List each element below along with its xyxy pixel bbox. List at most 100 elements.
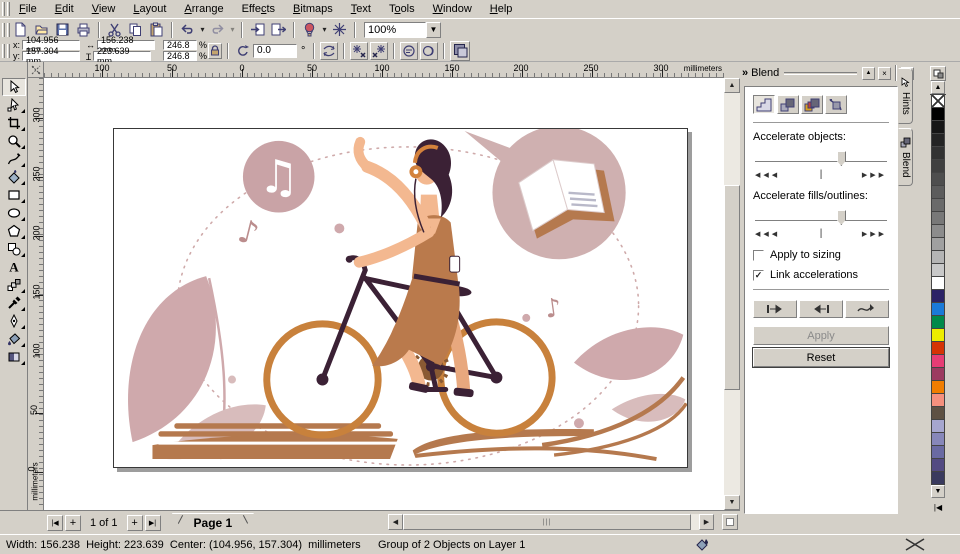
tool-fill[interactable] bbox=[2, 330, 26, 348]
color-swatch[interactable] bbox=[931, 316, 945, 329]
convert-to-curves-button[interactable] bbox=[450, 41, 470, 61]
menu-bitmaps[interactable]: Bitmaps bbox=[284, 1, 342, 17]
color-swatch[interactable] bbox=[931, 251, 945, 264]
menubar-grip[interactable] bbox=[2, 2, 5, 16]
drawing-canvas[interactable]: ♫ ♪ ♪ bbox=[44, 78, 724, 510]
drawing-page[interactable]: ♫ ♪ ♪ bbox=[113, 128, 688, 468]
reset-button[interactable]: Reset bbox=[753, 348, 889, 367]
color-swatch[interactable] bbox=[931, 329, 945, 342]
color-swatch[interactable] bbox=[931, 225, 945, 238]
print-button[interactable] bbox=[73, 20, 94, 39]
menu-effects[interactable]: Effects bbox=[233, 1, 284, 17]
add-page-after-button[interactable]: + bbox=[127, 515, 143, 531]
corel-online-button[interactable] bbox=[329, 20, 350, 39]
link-accelerations-checkbox[interactable]: ✓ bbox=[753, 270, 764, 281]
color-swatch[interactable] bbox=[931, 264, 945, 277]
tool-freehand[interactable] bbox=[2, 150, 26, 168]
mirror-horizontal-button[interactable] bbox=[320, 42, 338, 60]
blend-steps-button[interactable] bbox=[753, 95, 775, 114]
apply-button[interactable]: Apply bbox=[753, 326, 889, 345]
blend-acceleration-button[interactable] bbox=[777, 95, 799, 114]
tool-ellipse[interactable] bbox=[2, 204, 26, 222]
wrap-text-button[interactable] bbox=[400, 42, 418, 60]
tool-basic-shapes[interactable] bbox=[2, 240, 26, 258]
first-page-button[interactable]: |◀ bbox=[47, 515, 63, 531]
color-swatch[interactable] bbox=[931, 173, 945, 186]
undo-dropdown-arrow[interactable]: ▾ bbox=[198, 25, 207, 34]
color-swatch[interactable] bbox=[931, 238, 945, 251]
add-page-before-button[interactable]: + bbox=[65, 515, 81, 531]
menu-edit[interactable]: Edit bbox=[46, 1, 83, 17]
remove-node-button[interactable] bbox=[350, 42, 368, 60]
slider-track[interactable] bbox=[755, 161, 887, 163]
color-swatch[interactable] bbox=[931, 108, 945, 121]
horizontal-scroll-thumb[interactable]: ||| bbox=[403, 514, 691, 530]
color-swatch[interactable] bbox=[931, 160, 945, 173]
vertical-scrollbar[interactable]: ▲ ▼ bbox=[724, 78, 740, 510]
vertical-ruler[interactable]: 300 250 200 150 100 50 0 millimeters bbox=[28, 78, 44, 510]
slider-thumb[interactable] bbox=[837, 151, 846, 166]
menu-file[interactable]: File bbox=[10, 1, 46, 17]
scroll-right-button[interactable]: ▶ bbox=[699, 514, 714, 530]
color-swatch[interactable] bbox=[931, 368, 945, 381]
scroll-up-button[interactable]: ▲ bbox=[724, 78, 740, 93]
behind-text-button[interactable] bbox=[420, 42, 438, 60]
horizontal-scrollbar[interactable]: ◀ ||| ▶ bbox=[388, 514, 714, 530]
color-swatch[interactable] bbox=[931, 277, 945, 290]
start-object-button[interactable] bbox=[753, 300, 797, 318]
color-swatch[interactable] bbox=[931, 147, 945, 160]
scale-h-field[interactable]: 246.8 bbox=[163, 40, 197, 50]
menu-text[interactable]: Text bbox=[342, 1, 380, 17]
menu-arrange[interactable]: Arrange bbox=[175, 1, 232, 17]
tool-zoom[interactable] bbox=[2, 132, 26, 150]
zoom-combo-dropdown[interactable]: ▼ bbox=[426, 22, 441, 38]
blend-color-button[interactable] bbox=[801, 95, 823, 114]
color-swatch[interactable] bbox=[931, 355, 945, 368]
tool-shape[interactable] bbox=[2, 96, 26, 114]
menu-layout[interactable]: Layout bbox=[124, 1, 175, 17]
color-swatch[interactable] bbox=[931, 199, 945, 212]
tool-interactive-fill[interactable] bbox=[2, 348, 26, 366]
tool-polygon[interactable] bbox=[2, 222, 26, 240]
color-swatch[interactable] bbox=[931, 407, 945, 420]
docker-close-button[interactable]: × bbox=[878, 67, 891, 80]
redo-button[interactable] bbox=[207, 20, 228, 39]
color-swatch[interactable] bbox=[931, 472, 945, 485]
y-position-field[interactable]: 157.304 mm bbox=[22, 51, 80, 61]
color-swatch[interactable] bbox=[931, 342, 945, 355]
end-object-button[interactable] bbox=[799, 300, 843, 318]
redo-dropdown-arrow[interactable]: ▾ bbox=[228, 25, 237, 34]
application-launcher-button[interactable] bbox=[299, 20, 320, 39]
object-height-field[interactable]: 223.639 mm bbox=[93, 51, 151, 61]
page-tab[interactable]: Page 1 bbox=[172, 513, 255, 533]
import-button[interactable] bbox=[247, 20, 268, 39]
export-button[interactable] bbox=[268, 20, 289, 39]
blend-path-button[interactable] bbox=[845, 300, 889, 318]
scroll-down-button[interactable]: ▼ bbox=[724, 495, 740, 510]
tool-pick[interactable] bbox=[2, 78, 26, 96]
zoom-level-value[interactable]: 100% bbox=[364, 22, 426, 38]
palette-scroll-down[interactable]: ▼ bbox=[931, 485, 945, 498]
tool-smart-fill[interactable] bbox=[2, 168, 26, 186]
view-split-box[interactable] bbox=[722, 514, 738, 530]
color-swatch[interactable] bbox=[931, 433, 945, 446]
menu-window[interactable]: Window bbox=[424, 1, 481, 17]
menu-help[interactable]: Help bbox=[481, 1, 522, 17]
tab-blend[interactable]: Blend bbox=[898, 128, 913, 187]
vertical-scroll-thumb[interactable] bbox=[724, 185, 740, 390]
color-swatch[interactable] bbox=[931, 121, 945, 134]
ruler-origin[interactable] bbox=[28, 62, 44, 78]
palette-scroll-up[interactable]: ▲ bbox=[931, 81, 945, 94]
propbar-grip[interactable] bbox=[7, 44, 10, 58]
color-swatch[interactable] bbox=[931, 186, 945, 199]
undo-button[interactable] bbox=[177, 20, 198, 39]
color-swatch[interactable] bbox=[931, 290, 945, 303]
color-swatch[interactable] bbox=[931, 212, 945, 225]
color-swatch[interactable] bbox=[931, 459, 945, 472]
color-swatch[interactable] bbox=[931, 303, 945, 316]
docker-expand-icon[interactable]: » bbox=[742, 67, 748, 79]
tool-outline[interactable] bbox=[2, 312, 26, 330]
accelerate-fills-slider[interactable] bbox=[755, 210, 887, 226]
color-swatch[interactable] bbox=[931, 394, 945, 407]
scroll-left-button[interactable]: ◀ bbox=[388, 514, 403, 530]
